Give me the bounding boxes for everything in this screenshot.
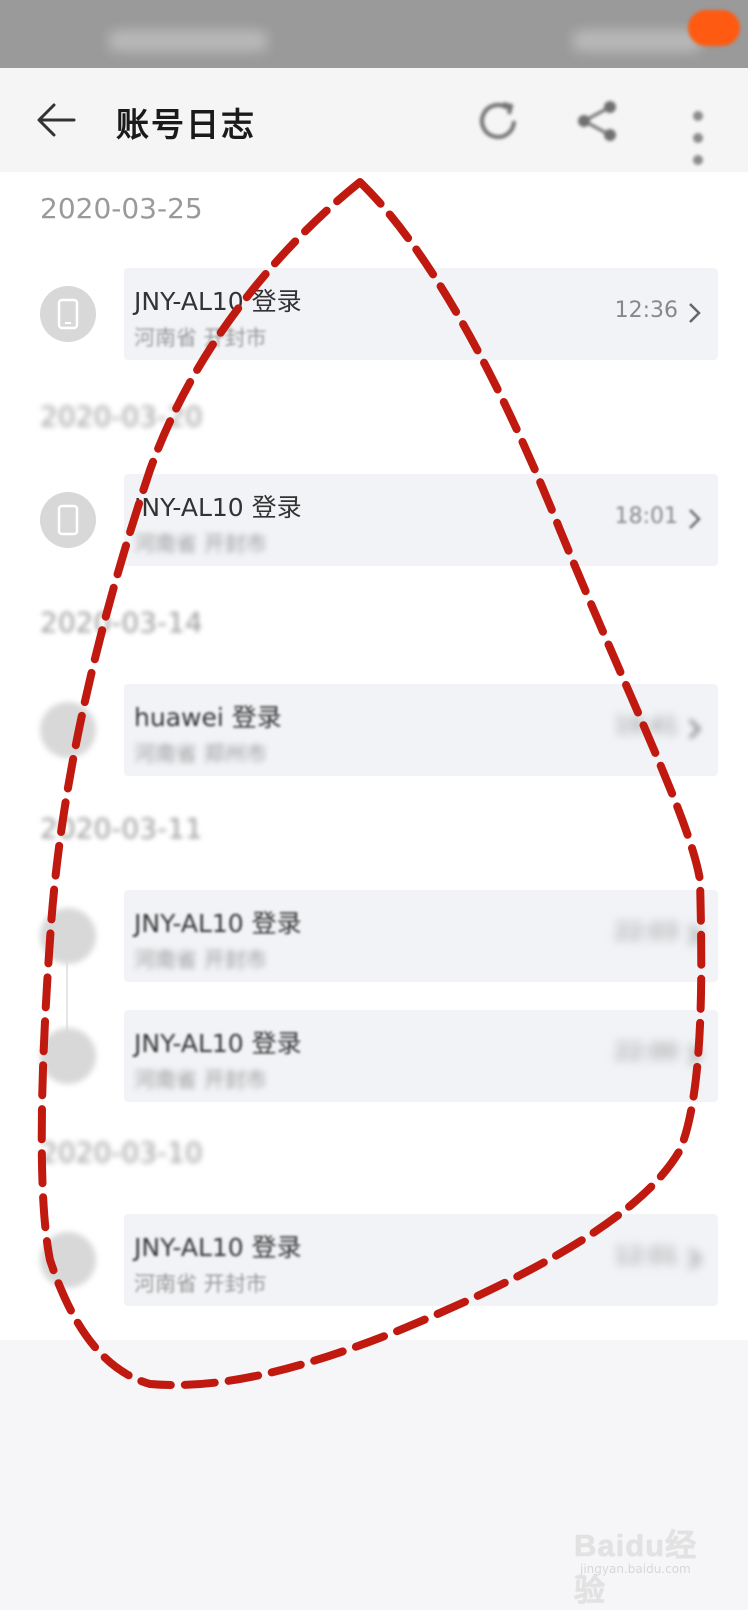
account-log-list: 2020-03-25 JNY-AL10 登录 河南省 开封市 12:36 202… bbox=[0, 172, 748, 1340]
phone-device-icon bbox=[40, 1028, 96, 1084]
date-header: 2020-03-11 bbox=[40, 812, 203, 845]
share-icon[interactable] bbox=[574, 98, 622, 144]
log-entry-device: JNY-AL10 登录 bbox=[134, 909, 302, 938]
app-bar: 账号日志 bbox=[0, 68, 748, 172]
log-entry-location: 河南省 郑州市 bbox=[134, 742, 267, 766]
log-entry[interactable]: huawei 登录 河南省 郑州市 19:41 bbox=[124, 684, 718, 776]
log-entry-device: huawei 登录 bbox=[134, 703, 282, 732]
log-entry-time: 18:01 bbox=[614, 504, 678, 529]
status-battery-time bbox=[572, 30, 702, 52]
date-header: 2020-03-20 bbox=[40, 400, 203, 433]
date-header: 2020-03-10 bbox=[40, 1136, 203, 1169]
log-entry[interactable]: JNY-AL10 登录 河南省 开封市 18:01 bbox=[124, 474, 718, 566]
date-header: 2020-03-25 bbox=[40, 192, 203, 225]
phone-device-icon bbox=[40, 492, 96, 548]
chevron-right-icon bbox=[689, 509, 701, 529]
log-entry-time: 22:03 bbox=[614, 920, 678, 945]
log-entry-location: 河南省 开封市 bbox=[134, 948, 267, 972]
log-entry[interactable]: JNY-AL10 登录 河南省 开封市 22:03 bbox=[124, 890, 718, 982]
baidu-jingyan-watermark: Baidu经验 jingyan.baidu.com bbox=[574, 1512, 724, 1608]
log-entry-location: 河南省 开封市 bbox=[134, 326, 267, 350]
phone-device-icon bbox=[40, 908, 96, 964]
log-entry-device: JNY-AL10 登录 bbox=[134, 1029, 302, 1058]
log-entry[interactable]: JNY-AL10 登录 河南省 开封市 22:00 bbox=[124, 1010, 718, 1102]
phone-device-icon bbox=[40, 702, 96, 758]
log-entry-time: 19:41 bbox=[614, 714, 678, 739]
log-entry-device: JNY-AL10 登录 bbox=[134, 493, 302, 522]
log-entry-location: 河南省 开封市 bbox=[134, 1272, 267, 1296]
log-entry-location: 河南省 开封市 bbox=[134, 532, 267, 556]
more-vertical-icon[interactable] bbox=[690, 108, 706, 168]
log-entry[interactable]: JNY-AL10 登录 河南省 开封市 12:01 bbox=[124, 1214, 718, 1306]
phone-device-icon bbox=[40, 286, 96, 342]
status-bar bbox=[0, 0, 748, 68]
log-entry-time: 22:00 bbox=[614, 1040, 678, 1065]
log-entry-location: 河南省 开封市 bbox=[134, 1068, 267, 1092]
watermark-url: jingyan.baidu.com bbox=[580, 1562, 691, 1576]
chevron-right-icon bbox=[689, 925, 701, 945]
refresh-icon[interactable] bbox=[474, 98, 522, 144]
chevron-right-icon bbox=[689, 303, 701, 323]
log-entry-time: 12:01 bbox=[614, 1244, 678, 1269]
log-entry-time: 12:36 bbox=[614, 298, 678, 323]
page-title: 账号日志 bbox=[116, 105, 256, 144]
log-entry-device: JNY-AL10 登录 bbox=[134, 287, 302, 316]
notification-badge bbox=[688, 10, 740, 46]
back-arrow-icon[interactable] bbox=[36, 102, 76, 138]
chevron-right-icon bbox=[689, 719, 701, 739]
date-header: 2020-03-14 bbox=[40, 606, 203, 639]
phone-device-icon bbox=[40, 1232, 96, 1288]
chevron-right-icon bbox=[689, 1249, 701, 1269]
log-entry-device: JNY-AL10 登录 bbox=[134, 1233, 302, 1262]
log-entry[interactable]: JNY-AL10 登录 河南省 开封市 12:36 bbox=[124, 268, 718, 360]
chevron-right-icon bbox=[689, 1045, 701, 1065]
status-carrier-info bbox=[108, 30, 268, 52]
